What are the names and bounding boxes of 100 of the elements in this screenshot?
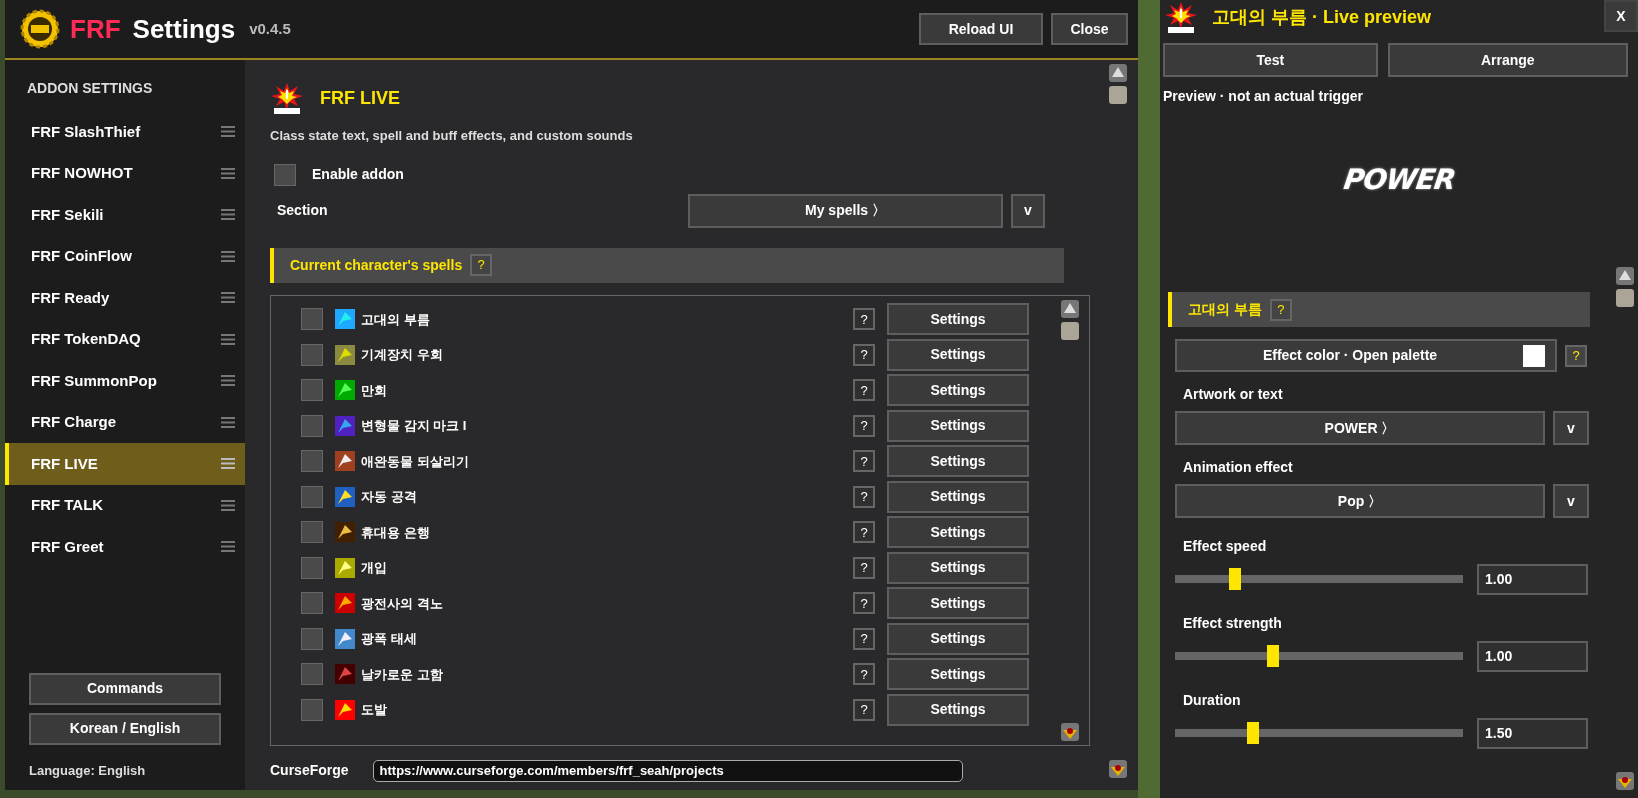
sidebar-item[interactable]: FRF Sekili (5, 194, 245, 236)
test-button[interactable]: Test (1163, 43, 1378, 77)
section-header-title: Current character's spells (290, 255, 463, 275)
sidebar-item[interactable]: FRF TokenDAQ (5, 318, 245, 360)
spell-checkbox[interactable] (301, 556, 323, 579)
help-button[interactable]: ? (853, 343, 875, 366)
value-field[interactable]: 1.00 (1477, 563, 1588, 595)
scroll-thumb-icon[interactable] (1109, 86, 1127, 104)
spell-icon (335, 628, 355, 649)
help-button[interactable]: ? (1269, 298, 1292, 321)
slider-thumb[interactable] (1266, 645, 1279, 667)
section-dropdown[interactable]: My spells 〉 (688, 193, 1003, 228)
spell-settings-button[interactable]: Settings (887, 587, 1029, 620)
help-button[interactable]: ? (853, 379, 875, 402)
sidebar-item[interactable]: FRF Ready (5, 277, 245, 319)
enable-label: Enable addon (312, 165, 404, 184)
sidebar-item[interactable]: FRF NOWHOT (5, 152, 245, 194)
help-button[interactable]: ? (853, 414, 875, 437)
help-button[interactable]: ? (853, 698, 875, 721)
close-button[interactable]: Close (1051, 13, 1128, 45)
spell-settings-button[interactable]: Settings (887, 658, 1029, 691)
sidebar-item[interactable]: FRF SlashThief (5, 111, 245, 153)
spell-settings-button[interactable]: Settings (887, 409, 1029, 442)
addon-description: Class state text, spell and buff effects, and custom sounds (270, 127, 634, 145)
spell-checkbox[interactable] (301, 627, 323, 650)
drag-handle-icon (221, 416, 235, 428)
help-button[interactable]: ? (853, 308, 875, 331)
scroll-up-icon[interactable] (1061, 299, 1079, 318)
scroll-bottom-icon[interactable] (1616, 772, 1634, 790)
dropdown-toggle-button[interactable]: v (1553, 411, 1589, 445)
sidebar-item[interactable]: FRF Charge (5, 401, 245, 443)
spell-icon (335, 486, 355, 507)
artwork-text: POWER (1340, 162, 1458, 198)
spell-icon (335, 664, 355, 685)
spell-checkbox[interactable] (301, 308, 323, 331)
spell-settings-button[interactable]: Settings (887, 338, 1029, 371)
burst-icon (1164, 1, 1198, 33)
spell-icon (335, 699, 355, 720)
spell-settings-button[interactable]: Settings (887, 516, 1029, 549)
spell-settings-button[interactable]: Settings (887, 693, 1029, 726)
help-button[interactable]: ? (853, 592, 875, 615)
help-button[interactable]: ? (853, 521, 875, 544)
close-button[interactable]: X (1604, 0, 1638, 32)
scroll-bottom-icon[interactable] (1109, 760, 1127, 778)
spell-icon (335, 415, 355, 436)
sidebar-item[interactable]: FRF SummonPop (5, 360, 245, 402)
slider-thumb[interactable] (1229, 568, 1242, 590)
spell-checkbox[interactable] (301, 663, 323, 686)
spell-checkbox[interactable] (301, 592, 323, 615)
help-button[interactable]: ? (853, 627, 875, 650)
help-button[interactable]: ? (853, 663, 875, 686)
spell-settings-button[interactable]: Settings (887, 374, 1029, 407)
spell-checkbox[interactable] (301, 414, 323, 437)
scroll-up-icon[interactable] (1109, 64, 1127, 82)
spell-name: 만회 (361, 381, 388, 400)
scroll-thumb-icon[interactable] (1061, 321, 1079, 340)
spell-settings-button[interactable]: Settings (887, 480, 1029, 513)
reload-button[interactable]: Reload UI (919, 13, 1043, 45)
spell-icon (335, 522, 355, 543)
dropdown-toggle-button[interactable]: v (1553, 484, 1589, 518)
language-toggle-button[interactable]: Korean / English (29, 712, 221, 745)
url-field[interactable]: https://www.curseforge.com/members/frf_seah/projects (372, 759, 963, 782)
drag-handle-icon (221, 333, 235, 345)
section-label: Section (276, 201, 329, 220)
dropdown-toggle-button[interactable]: v (1011, 193, 1045, 228)
dropdown[interactable]: POWER 〉 (1175, 411, 1545, 445)
scroll-up-icon[interactable] (1616, 267, 1634, 285)
sidebar-item[interactable]: FRF TALK (5, 484, 245, 526)
help-button[interactable]: ? (853, 556, 875, 579)
scroll-bottom-icon[interactable] (1061, 722, 1079, 741)
spell-checkbox[interactable] (301, 521, 323, 544)
spell-checkbox[interactable] (301, 698, 323, 721)
help-button[interactable]: ? (853, 485, 875, 508)
slider-thumb[interactable] (1246, 722, 1259, 744)
commands-button[interactable]: Commands (29, 672, 221, 705)
spell-settings-button[interactable]: Settings (887, 303, 1029, 336)
help-button[interactable]: ? (470, 254, 493, 276)
help-button[interactable]: ? (853, 450, 875, 473)
sidebar-item[interactable]: FRF Greet (5, 526, 245, 568)
spell-settings-button[interactable]: Settings (887, 551, 1029, 584)
spell-settings-button[interactable]: Settings (887, 445, 1029, 478)
value-field[interactable]: 1.00 (1477, 640, 1588, 672)
spell-checkbox[interactable] (301, 379, 323, 402)
spell-checkbox[interactable] (301, 343, 323, 366)
enable-checkbox[interactable] (274, 163, 296, 186)
spell-name: 개입 (361, 559, 388, 577)
scroll-thumb-icon[interactable] (1616, 289, 1634, 307)
spell-checkbox[interactable] (301, 450, 323, 473)
value-field[interactable]: 1.50 (1477, 717, 1588, 749)
sidebar-item[interactable]: FRF CoinFlow (5, 235, 245, 277)
arrange-button[interactable]: Arrange (1387, 43, 1628, 77)
spell-checkbox[interactable] (301, 485, 323, 508)
spell-name: 날카로운 고함 (361, 665, 444, 684)
spell-icon (335, 557, 355, 578)
spell-settings-button[interactable]: Settings (887, 622, 1029, 655)
sidebar-item[interactable]: FRF LIVE (5, 443, 245, 485)
effect-color-button[interactable]: Effect color · Open palette (1175, 339, 1557, 372)
dropdown[interactable]: Pop 〉 (1175, 484, 1545, 518)
help-button[interactable]: ? (1565, 344, 1587, 367)
spell-name: 도발 (361, 701, 388, 719)
